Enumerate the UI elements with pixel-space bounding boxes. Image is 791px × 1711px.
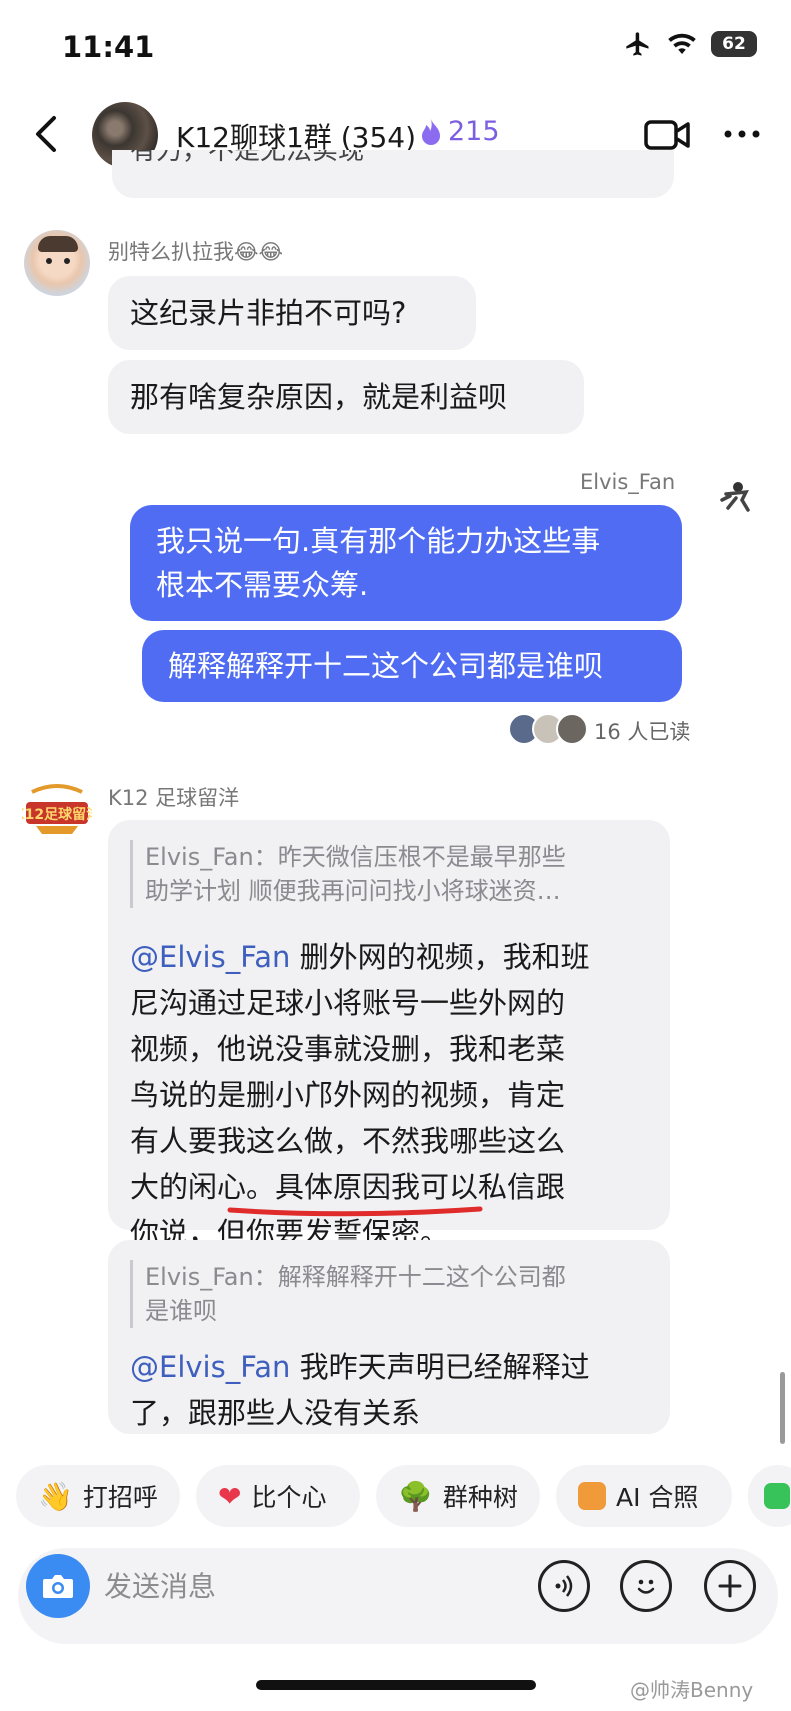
voice-button[interactable] xyxy=(538,1560,590,1612)
k12-logo-icon: K12足球留洋 xyxy=(14,784,100,834)
smiley-icon xyxy=(637,1579,655,1594)
quoted-message[interactable]: Elvis_Fan：昨天微信压根不是最早那些 助学计划 顺便我再问问找小将球迷资… xyxy=(130,840,648,908)
player-avatar-icon xyxy=(720,482,750,512)
message-bubble-outgoing[interactable]: 解释解释开十二这个公司都是谁呗 xyxy=(142,630,682,702)
mention-link[interactable]: @Elvis_Fan xyxy=(130,1350,290,1384)
quick-action-heart[interactable]: ❤ 比个心 xyxy=(196,1465,360,1527)
red-underline-annotation xyxy=(227,1206,483,1217)
more-dots-icon xyxy=(724,130,760,138)
chip-label: AI 合照 xyxy=(616,1483,699,1512)
message-bubble-outgoing[interactable]: 我只说一句.真有那个能力办这些事 根本不需要众筹. xyxy=(130,505,682,621)
battery-indicator: 62 xyxy=(711,31,757,57)
message-text: 那有啥复杂原因，就是利益呗 xyxy=(130,380,508,414)
mention-link[interactable]: @Elvis_Fan xyxy=(130,940,290,974)
reply-message-bubble[interactable]: Elvis_Fan：昨天微信压根不是最早那些 助学计划 顺便我再问问找小将球迷资… xyxy=(108,820,670,1250)
voice-wave-icon xyxy=(555,1575,573,1597)
avatar[interactable] xyxy=(716,478,756,518)
message-text: 这纪录片非拍不可吗? xyxy=(130,296,407,330)
plus-icon xyxy=(718,1574,742,1598)
message-text: 根本不需要众筹. xyxy=(156,568,369,602)
group-fire-badge: 215 xyxy=(420,116,500,147)
avatar[interactable]: K12足球留洋 xyxy=(14,782,100,838)
quick-action-ai-photo[interactable]: AI 合照 xyxy=(556,1465,732,1527)
camera-icon xyxy=(43,1575,73,1598)
quoted-message[interactable]: Elvis_Fan：解释解释开十二这个公司都 是谁呗 xyxy=(130,1260,648,1328)
wave-hand-icon: 👋 xyxy=(38,1479,73,1513)
chevron-left-icon xyxy=(36,116,56,152)
camera-button[interactable] xyxy=(26,1554,90,1618)
watermark: @帅涛Benny xyxy=(630,1678,754,1702)
tree-icon: 🌳 xyxy=(398,1479,433,1513)
emoji-button[interactable] xyxy=(620,1560,672,1612)
more-options-button[interactable] xyxy=(722,124,762,144)
reply-message-bubble[interactable]: Elvis_Fan：解释解释开十二这个公司都 是谁呗 @Elvis_Fan 我昨… xyxy=(108,1240,670,1434)
sender-name: K12 足球留洋 xyxy=(108,786,240,810)
airplane-icon xyxy=(626,32,649,56)
avatar xyxy=(556,713,588,745)
read-receipt-count[interactable]: 16 人已读 xyxy=(594,716,690,746)
quick-action-wave[interactable]: 👋 打招呼 xyxy=(16,1465,180,1527)
quote-text: 是谁呗 xyxy=(145,1297,217,1325)
chip-label: 打招呼 xyxy=(82,1483,158,1512)
sender-name: 别特么扒拉我😂😂 xyxy=(108,240,284,264)
chip-label: 群种树 xyxy=(442,1483,518,1512)
message-text: 我只说一句.真有那个能力办这些事 xyxy=(156,524,601,558)
ai-photo-icon xyxy=(578,1482,606,1510)
video-camera-icon xyxy=(644,120,690,150)
partial-message-text: 有力，不是无法实现 xyxy=(130,150,365,166)
quote-text: 助学计划 顺便我再问问找小将球迷资… xyxy=(145,877,561,905)
reply-text: @Elvis_Fan 我昨天声明已经解释过 了，跟那些人没有关系 xyxy=(130,1350,590,1430)
svg-text:K12足球留洋: K12足球留洋 xyxy=(22,806,92,823)
quick-action-more[interactable] xyxy=(748,1465,791,1527)
quick-action-tree[interactable]: 🌳 群种树 xyxy=(376,1465,540,1527)
scrollbar-thumb[interactable] xyxy=(780,1372,785,1444)
quote-text: Elvis_Fan：解释解释开十二这个公司都 xyxy=(145,1263,566,1291)
flame-icon xyxy=(422,118,440,145)
message-input[interactable] xyxy=(104,1566,484,1606)
video-call-button[interactable] xyxy=(644,118,690,152)
fire-count: 215 xyxy=(448,116,500,147)
chip-label: 比个心 xyxy=(251,1483,327,1512)
green-app-icon xyxy=(764,1483,790,1509)
read-receipt-avatars[interactable] xyxy=(508,713,588,745)
heart-icon: ❤ xyxy=(218,1479,242,1513)
home-indicator xyxy=(256,1680,536,1690)
message-bubble[interactable]: 这纪录片非拍不可吗? xyxy=(108,276,476,350)
wifi-icon xyxy=(668,33,696,54)
back-button[interactable] xyxy=(28,112,64,156)
quote-text: Elvis_Fan：昨天微信压根不是最早那些 xyxy=(145,843,566,871)
sender-name: Elvis_Fan xyxy=(580,470,676,494)
status-icons: 62 xyxy=(623,30,757,58)
status-time: 11:41 xyxy=(62,30,155,64)
message-bubble[interactable]: 那有啥复杂原因，就是利益呗 xyxy=(108,360,584,434)
avatar[interactable] xyxy=(24,230,90,296)
message-text: 解释解释开十二这个公司都是谁呗 xyxy=(168,649,604,683)
add-button[interactable] xyxy=(704,1560,756,1612)
